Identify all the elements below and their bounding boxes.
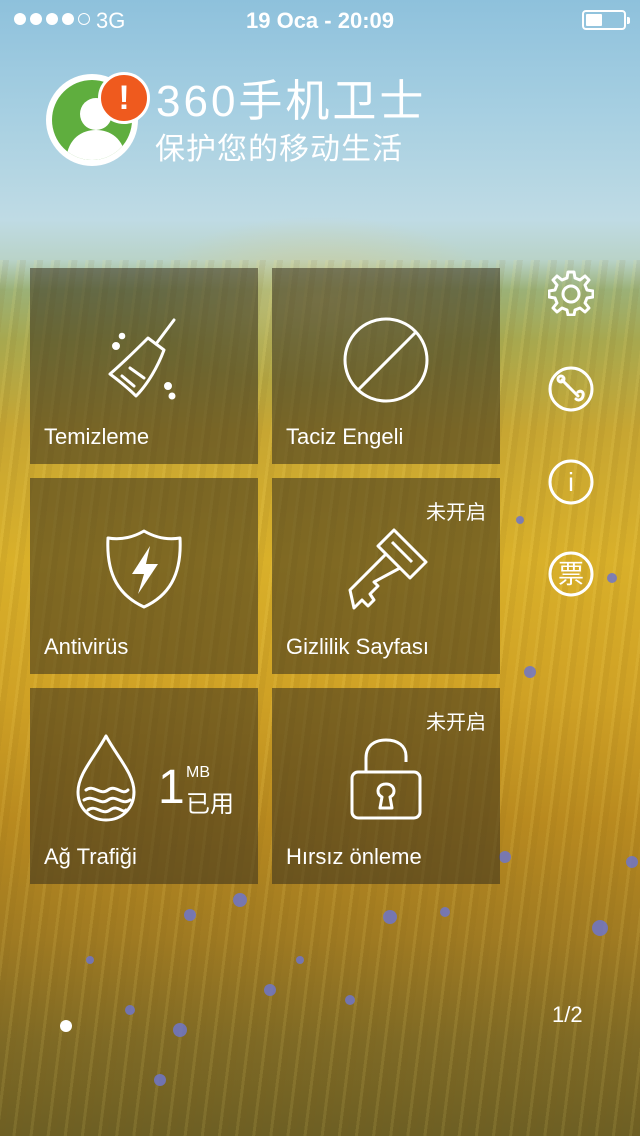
alert-icon[interactable]: ! — [98, 72, 150, 124]
tile-privacy[interactable]: 未开启 Gizlilik Sayfası — [272, 478, 500, 674]
wrench-icon — [548, 366, 594, 412]
status-bar: 3G 19 Oca - 20:09 — [0, 0, 640, 40]
traffic-usage-text: 已用 — [186, 791, 234, 818]
page-indicator-dot[interactable] — [60, 1020, 72, 1032]
app-slogan: 保护您的移动生活 — [155, 133, 403, 166]
info-icon: i — [568, 467, 574, 497]
water-drop-icon — [76, 734, 136, 822]
page-indicator: 1/2 — [552, 1002, 583, 1027]
key-icon — [348, 528, 428, 610]
gear-icon — [548, 270, 594, 316]
battery-icon — [582, 10, 630, 30]
tile-label: Ağ Trafiği — [44, 844, 137, 869]
settings-button[interactable] — [548, 270, 594, 316]
tile-label: Temizleme — [44, 424, 150, 449]
tile-label: Antivirüs — [44, 634, 129, 659]
tools-button[interactable] — [548, 366, 594, 412]
tile-anti-theft[interactable]: 未开启 Hırsız önleme — [272, 688, 500, 884]
ticket-button[interactable]: 票 — [548, 551, 594, 597]
status-time: 19 Oca - 20:09 — [246, 8, 394, 33]
broom-icon — [108, 318, 176, 400]
status-not-enabled: 未开启 — [426, 712, 486, 734]
traffic-usage-value: 1 — [158, 761, 185, 814]
info-button[interactable]: i — [548, 459, 594, 505]
app-logo-text: 360手机卫士 — [156, 77, 427, 126]
tile-cleanup[interactable]: Temizleme — [30, 268, 258, 464]
tile-harassment-block[interactable]: Taciz Engeli — [272, 268, 500, 464]
tile-label: Hırsız önleme — [286, 844, 422, 869]
tile-network-traffic[interactable]: 1 MB 已用 Ağ Trafiği — [30, 688, 258, 884]
tile-label: Taciz Engeli — [286, 424, 404, 449]
tile-label: Gizlilik Sayfası — [286, 634, 430, 659]
unlocked-padlock-icon — [350, 738, 422, 820]
battery-level — [586, 14, 602, 26]
status-not-enabled: 未开启 — [426, 502, 486, 524]
shield-bolt-icon — [106, 529, 182, 609]
tile-antivirus[interactable]: Antivirüs — [30, 478, 258, 674]
ticket-icon: 票 — [557, 559, 584, 589]
block-icon — [343, 317, 429, 403]
traffic-usage-unit: MB — [186, 764, 210, 781]
